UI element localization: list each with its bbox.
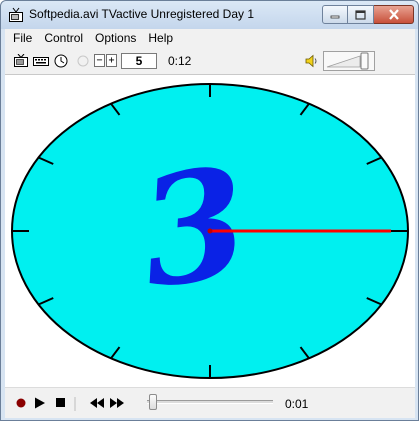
play-icon[interactable] bbox=[34, 397, 46, 412]
stop-icon[interactable] bbox=[55, 397, 67, 412]
increment-button[interactable]: + bbox=[106, 54, 117, 67]
current-time: 0:01 bbox=[285, 397, 309, 411]
seek-thumb[interactable] bbox=[149, 394, 158, 410]
minimize-icon bbox=[330, 15, 340, 18]
maximize-button[interactable] bbox=[348, 5, 374, 24]
title-bar[interactable]: Softpedia.avi TVactive Unregistered Day … bbox=[1, 1, 418, 29]
app-window: Softpedia.avi TVactive Unregistered Day … bbox=[0, 0, 419, 421]
playback-controls: 0:01 bbox=[5, 387, 415, 418]
fast-forward-icon[interactable] bbox=[109, 397, 125, 412]
minimize-button[interactable] bbox=[322, 5, 348, 24]
tv-app-icon bbox=[8, 7, 24, 23]
clock-center bbox=[207, 228, 213, 234]
tv-icon[interactable] bbox=[13, 53, 29, 68]
maximize-icon bbox=[355, 9, 366, 20]
decrement-button[interactable]: − bbox=[94, 54, 105, 67]
elapsed-time: 0:12 bbox=[168, 54, 192, 68]
menu-control[interactable]: Control bbox=[38, 29, 89, 47]
video-display[interactable]: 3 bbox=[5, 75, 415, 387]
faded-divider-icon bbox=[77, 54, 89, 68]
menu-file[interactable]: File bbox=[5, 29, 38, 47]
controls-divider bbox=[73, 397, 77, 414]
close-button[interactable] bbox=[374, 5, 414, 24]
clock-icon[interactable] bbox=[53, 54, 69, 68]
menu-bar: File Control Options Help bbox=[5, 29, 415, 47]
window-controls bbox=[322, 5, 414, 24]
menu-options[interactable]: Options bbox=[89, 29, 142, 47]
speaker-icon[interactable] bbox=[304, 54, 320, 68]
window-title: Softpedia.avi TVactive Unregistered Day … bbox=[29, 7, 255, 21]
clock-graphic: 3 bbox=[11, 83, 409, 379]
seek-bar[interactable] bbox=[147, 400, 273, 404]
keyboard-icon[interactable] bbox=[33, 54, 49, 68]
toolbar: − + 5 0:12 bbox=[5, 47, 415, 75]
menu-help[interactable]: Help bbox=[142, 29, 179, 47]
close-icon bbox=[388, 9, 399, 20]
count-field[interactable]: 5 bbox=[121, 53, 157, 69]
rewind-icon[interactable] bbox=[89, 397, 105, 412]
record-icon[interactable] bbox=[15, 397, 27, 412]
volume-slider[interactable] bbox=[323, 51, 375, 71]
